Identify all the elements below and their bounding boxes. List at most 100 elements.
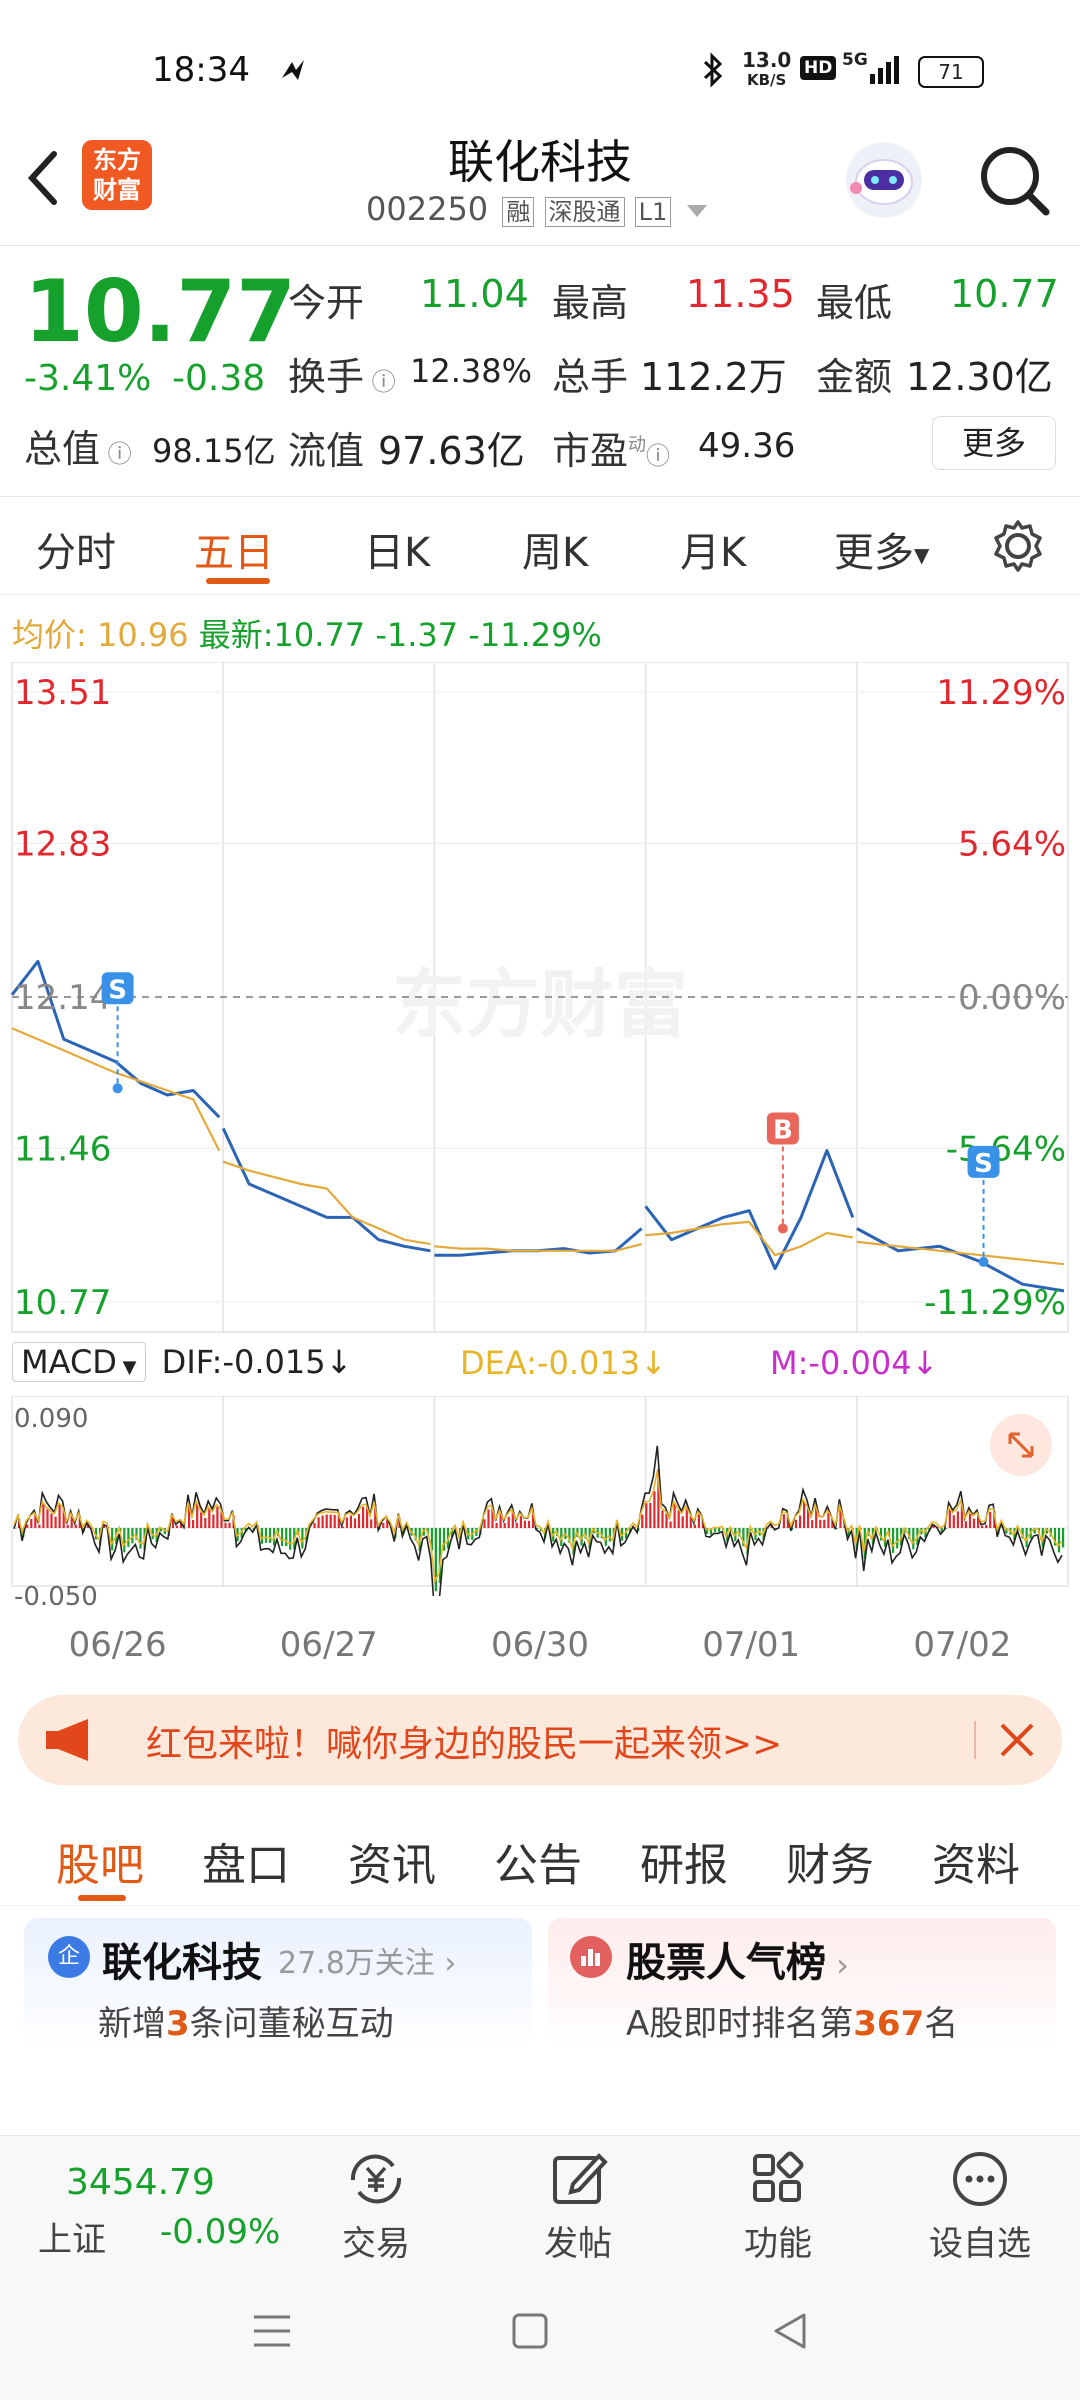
mcap-value: 98.15亿: [152, 432, 276, 470]
tag-rong: 融: [502, 197, 535, 227]
macd-bar: [1057, 1528, 1061, 1553]
macd-bar: [989, 1511, 992, 1528]
macd-bar: [333, 1515, 336, 1528]
tab-daily-k[interactable]: 日K: [364, 520, 430, 578]
search-icon[interactable]: [976, 142, 1052, 222]
low-label: 最低: [816, 281, 893, 325]
macd-bar: [523, 1520, 526, 1528]
macd-bar: [896, 1528, 899, 1549]
tab-profile[interactable]: 资料: [932, 1829, 1020, 1893]
macd-bar: [370, 1519, 373, 1528]
macd-bar: [503, 1523, 506, 1528]
macd-bar: [669, 1521, 672, 1528]
macd-bar: [673, 1502, 676, 1528]
close-icon[interactable]: [996, 1719, 1038, 1765]
tab-guba[interactable]: 股吧: [56, 1829, 144, 1893]
index-name: 上证: [38, 2220, 106, 2260]
y-tick-left: 12.83: [14, 824, 111, 864]
change-value: -0.38: [172, 358, 266, 399]
macd-bar: [285, 1528, 288, 1547]
tab-weekly-k[interactable]: 周K: [522, 520, 588, 578]
macd-bar: [483, 1519, 486, 1528]
post-button[interactable]: 发帖: [508, 2136, 648, 2266]
stock-header: 东方 财富 联化科技 002250 融 深股通 L1: [0, 120, 1080, 246]
banner-text: 红包来啦！喊你身边的股民一起来领>>: [146, 1724, 783, 1765]
tab-five-day[interactable]: 五日: [194, 520, 274, 578]
y-tick-right: -5.64%: [946, 1129, 1066, 1169]
macd-bar: [952, 1515, 955, 1528]
edit-icon: [553, 2153, 608, 2204]
volume-value: 112.2万: [640, 355, 787, 399]
expand-icon[interactable]: [990, 1414, 1052, 1476]
tab-news[interactable]: 资讯: [348, 1829, 436, 1893]
bottom-toolbar: 3454.79 上证 -0.09% 交易 发帖 功能 设自选: [0, 2135, 1080, 2266]
promo-banner[interactable]: 红包来啦！喊你身边的股民一起来领>>: [18, 1695, 1062, 1785]
macd-m: M:-0.004↓: [770, 1344, 939, 1382]
macd-dif: DIF:-0.015: [161, 1343, 326, 1381]
back-nav-icon[interactable]: [768, 2309, 812, 2357]
stock-subtitle[interactable]: 002250 融 深股通 L1: [366, 190, 708, 228]
tab-more[interactable]: 更多▼: [834, 520, 929, 578]
more-circle-icon: [953, 2152, 1007, 2206]
macd-bar: [972, 1518, 976, 1528]
date-axis: 06/26 06/27 06/30 07/01 07/02: [69, 1625, 1012, 1665]
ranking-icon: [570, 1936, 612, 1978]
tab-pankou[interactable]: 盘口: [202, 1829, 290, 1893]
grid-icon: [753, 2151, 804, 2202]
macd-top-label: 0.090: [14, 1404, 89, 1434]
tab-finance[interactable]: 财务: [786, 1829, 874, 1893]
macd-bar: [329, 1514, 332, 1528]
price-chart[interactable]: 东方财富 13.51 11.29% 12.83 5.64% 12.14 0.00% 11.46…: [0, 662, 1080, 1342]
tab-research[interactable]: 研报: [640, 1829, 728, 1893]
tab-intraday[interactable]: 分时: [36, 520, 116, 578]
macd-bar: [799, 1515, 802, 1528]
avg-price-line: [856, 1240, 1065, 1266]
more-button[interactable]: 更多: [932, 416, 1056, 470]
robot-assistant-icon[interactable]: [842, 138, 926, 226]
active-tab-indicator: [206, 578, 270, 584]
macd-bar: [608, 1528, 611, 1542]
macd-chart[interactable]: [0, 1396, 1080, 1596]
popularity-title: 股票人气榜 ›: [626, 1940, 849, 1986]
macd-bar: [50, 1513, 53, 1528]
add-watchlist-button[interactable]: 设自选: [910, 2136, 1050, 2266]
menu-nav-icon[interactable]: [250, 2311, 294, 2355]
x-tick-label: 07/02: [913, 1625, 1011, 1665]
tab-announcements[interactable]: 公告: [494, 1829, 582, 1893]
macd-bar: [127, 1528, 130, 1547]
macd-bar: [224, 1522, 227, 1528]
x-tick-label: 06/26: [69, 1625, 167, 1665]
macd-selector[interactable]: MACD ▼: [12, 1342, 146, 1382]
community-title: 联化科技: [102, 1940, 262, 1986]
macd-bar: [216, 1506, 219, 1528]
tab-monthly-k[interactable]: 月K: [680, 520, 746, 578]
follow-count: 27.8万关注 ›: [278, 1946, 457, 1981]
settings-icon[interactable]: [990, 518, 1046, 578]
macd-bar: [139, 1528, 142, 1549]
community-card[interactable]: 企 联化科技 27.8万关注 › 新增3条问董秘互动: [24, 1918, 532, 2048]
macd-bar: [956, 1511, 959, 1528]
stock-code: 002250: [366, 190, 489, 228]
index-ticker[interactable]: 3454.79 上证 -0.09%: [30, 2162, 280, 2262]
y-tick-right: 5.64%: [958, 824, 1066, 864]
macd-bar: [289, 1528, 292, 1550]
macd-frame: [11, 1396, 1069, 1587]
function-button[interactable]: 功能: [708, 2136, 848, 2266]
pe-value: 49.36: [698, 426, 796, 466]
macd-bar: [228, 1522, 231, 1528]
open-value: 11.04: [420, 272, 529, 316]
home-nav-icon[interactable]: [510, 2311, 550, 2355]
macd-bar: [653, 1491, 656, 1528]
popularity-desc: A股即时排名第367名: [626, 2004, 959, 2044]
macd-bar: [54, 1516, 57, 1528]
macd-dea-line: [13, 1471, 1063, 1584]
macd-dif-line: [13, 1445, 1063, 1596]
macd-bar: [827, 1512, 830, 1528]
chart-area: 均价: 10.96 最新:10.77 -1.37 -11.29% 东方财富 13.…: [0, 596, 1080, 1676]
macd-bar: [794, 1519, 798, 1528]
popularity-card[interactable]: 股票人气榜 › A股即时排名第367名: [548, 1918, 1056, 2048]
status-bar: 18:34 13.0 KB/S HD 5G 71: [0, 0, 1080, 120]
macd-bar: [1062, 1528, 1065, 1548]
macd-bar: [677, 1510, 680, 1528]
trade-button[interactable]: 交易: [306, 2136, 446, 2266]
